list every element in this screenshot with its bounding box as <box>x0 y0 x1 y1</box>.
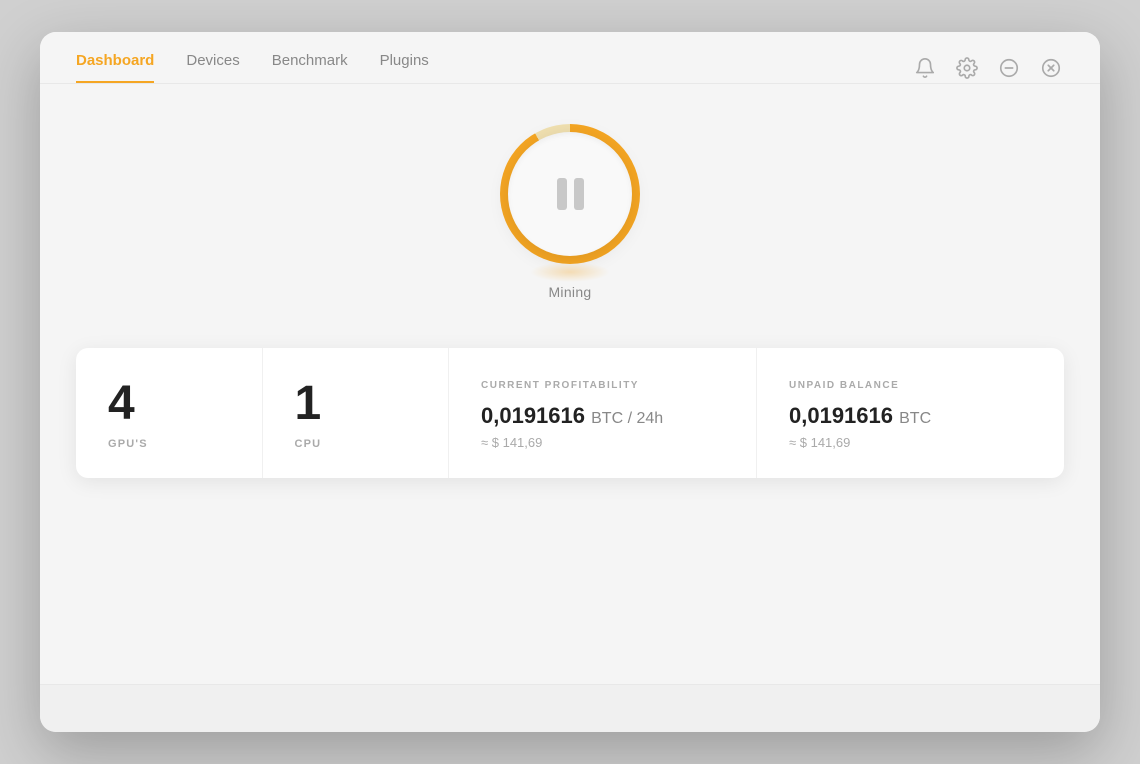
close-icon[interactable] <box>1038 55 1064 81</box>
profitability-btc-unit: BTC / 24h <box>591 410 663 427</box>
notification-icon[interactable] <box>912 55 938 81</box>
pause-bar-left <box>557 178 567 210</box>
mining-section: Mining <box>500 124 640 300</box>
nav-bar: Dashboard Devices Benchmark Plugins <box>40 32 1100 83</box>
tab-dashboard[interactable]: Dashboard <box>76 52 154 83</box>
nav-controls <box>912 55 1064 81</box>
balance-usd-value: ≈ $ 141,69 <box>789 435 850 450</box>
balance-card: UNPAID BALANCE 0,0191616 BTC ≈ $ 141,69 <box>757 348 1064 478</box>
cpu-card: 1 CPU <box>263 348 450 478</box>
main-content: Mining 4 GPU'S 1 CPU CURRENT PROFITABILI… <box>40 84 1100 684</box>
mining-toggle-button[interactable] <box>508 132 632 256</box>
mining-status-label: Mining <box>548 284 591 300</box>
profitability-card: CURRENT PROFITABILITY 0,0191616 BTC / 24… <box>449 348 757 478</box>
ring-shadow <box>530 262 610 282</box>
cpu-count-value: 1 <box>295 380 322 428</box>
tab-benchmark[interactable]: Benchmark <box>272 52 348 83</box>
stats-row: 4 GPU'S 1 CPU CURRENT PROFITABILITY 0,01… <box>76 348 1064 478</box>
pause-bar-right <box>574 178 584 210</box>
minimize-icon[interactable] <box>996 55 1022 81</box>
balance-btc-unit: BTC <box>899 410 931 427</box>
balance-btc-value: 0,0191616 BTC <box>789 403 931 429</box>
gpu-count-value: 4 <box>108 380 135 428</box>
settings-icon[interactable] <box>954 55 980 81</box>
bottom-bar <box>40 684 1100 732</box>
app-window: Dashboard Devices Benchmark Plugins <box>40 32 1100 732</box>
tab-plugins[interactable]: Plugins <box>380 52 429 83</box>
gpu-card: 4 GPU'S <box>76 348 263 478</box>
gpu-label: GPU'S <box>108 438 148 450</box>
profitability-usd-value: ≈ $ 141,69 <box>481 435 542 450</box>
mining-button-wrapper <box>500 124 640 264</box>
profitability-btc-value: 0,0191616 BTC / 24h <box>481 403 663 429</box>
cpu-label: CPU <box>295 438 322 450</box>
tab-devices[interactable]: Devices <box>186 52 239 83</box>
profitability-heading: CURRENT PROFITABILITY <box>481 380 639 391</box>
pause-icon <box>557 178 584 210</box>
balance-heading: UNPAID BALANCE <box>789 380 899 391</box>
nav-tabs: Dashboard Devices Benchmark Plugins <box>76 52 429 83</box>
